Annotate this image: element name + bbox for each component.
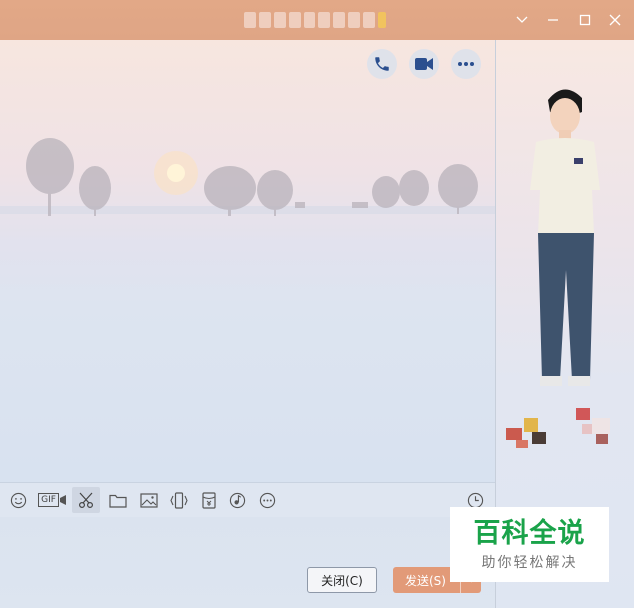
folder-icon[interactable]: [107, 487, 129, 513]
minimize-icon[interactable]: [543, 10, 563, 30]
chat-background: [0, 40, 495, 482]
send-button-label: 发送(S): [405, 573, 446, 588]
show-avatar-figure: [530, 89, 600, 386]
video-camera-icon: [415, 58, 433, 70]
emoji-icon[interactable]: [8, 487, 28, 513]
music-icon[interactable]: [226, 487, 248, 513]
video-call-button[interactable]: [409, 49, 439, 79]
input-toolbar: GIF: [0, 483, 495, 517]
more-dots-icon: [458, 62, 474, 66]
maximize-icon[interactable]: [575, 10, 595, 30]
red-packet-icon[interactable]: [198, 487, 220, 513]
window-title-obscured: [244, 12, 387, 28]
gif-icon[interactable]: GIF: [38, 487, 66, 513]
baike-watermark: 百科全说 助你轻松解决: [450, 507, 609, 582]
title-bar: [0, 0, 634, 40]
chat-window: GIF 关闭(C) 发送(S) 百科全说 助你轻松解决: [0, 0, 634, 608]
shake-icon[interactable]: [168, 487, 190, 513]
close-icon[interactable]: [605, 10, 625, 30]
watermark-title: 百科全说: [473, 517, 586, 549]
watermark-subtitle: 助你轻松解决: [481, 554, 578, 571]
chevron-down-icon[interactable]: [512, 10, 532, 30]
message-input[interactable]: [0, 517, 495, 608]
scissors-icon[interactable]: [72, 487, 100, 513]
voice-call-button[interactable]: [367, 49, 397, 79]
gif-label: GIF: [38, 493, 59, 507]
more-button[interactable]: [451, 49, 481, 79]
phone-icon: [375, 57, 389, 71]
pixelated-decoration: [506, 408, 610, 448]
more-circle-icon[interactable]: [256, 487, 278, 513]
close-button[interactable]: 关闭(C): [307, 567, 377, 593]
image-icon[interactable]: [138, 487, 160, 513]
close-button-label: 关闭(C): [321, 573, 363, 588]
